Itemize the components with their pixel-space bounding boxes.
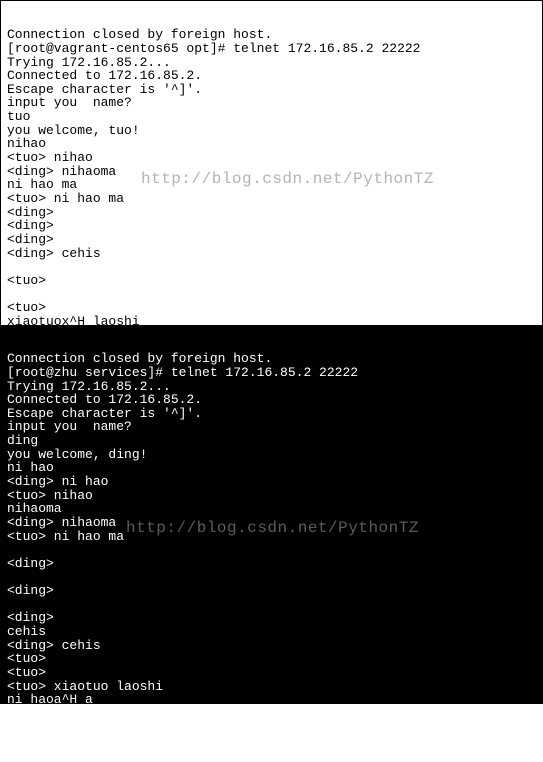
terminal-line: input you name?	[7, 96, 536, 110]
terminal-line: <ding>	[7, 206, 536, 220]
terminal-line: <tuo> nihao	[7, 489, 536, 503]
terminal-line: <ding>	[7, 611, 536, 625]
terminal-line: <ding>	[7, 233, 536, 247]
terminal-output-light: Connection closed by foreign host.[root@…	[7, 28, 536, 355]
terminal-line: <tuo> ni hao ma	[7, 192, 536, 206]
terminal-line: ding	[7, 434, 536, 448]
terminal-line: tuo	[7, 110, 536, 124]
terminal-line: Connection closed by foreign host.	[7, 352, 536, 366]
terminal-line: <tuo>	[7, 666, 536, 680]
terminal-line: <ding> ni hao a	[7, 707, 536, 721]
terminal-line: <tuo> nihao	[7, 151, 536, 165]
terminal-line: ni hao	[7, 461, 536, 475]
terminal-line: you welcome, tuo!	[7, 124, 536, 138]
terminal-line	[7, 543, 536, 557]
terminal-output-dark: Connection closed by foreign host.[root@…	[7, 352, 536, 720]
terminal-line: <ding> ni hao	[7, 475, 536, 489]
terminal-line: Trying 172.16.85.2...	[7, 56, 536, 70]
terminal-line: <ding>	[7, 219, 536, 233]
terminal-line: Escape character is '^]'.	[7, 407, 536, 421]
terminal-line: <tuo>	[7, 301, 536, 315]
terminal-line: <ding>	[7, 557, 536, 571]
terminal-line: nihao	[7, 137, 536, 151]
terminal-line: <ding>	[7, 584, 536, 598]
terminal-line: [root@vagrant-centos65 opt]# telnet 172.…	[7, 42, 536, 56]
terminal-line: Trying 172.16.85.2...	[7, 380, 536, 394]
terminal-line: Connected to 172.16.85.2.	[7, 69, 536, 83]
terminal-line: Connected to 172.16.85.2.	[7, 393, 536, 407]
terminal-line	[7, 260, 536, 274]
terminal-line: <ding> nihaoma	[7, 165, 536, 179]
terminal-cursor	[23, 734, 31, 748]
terminal-line: [root@zhu services]# telnet 172.16.85.2 …	[7, 366, 536, 380]
terminal-line: <tuo>	[7, 652, 536, 666]
terminal-line: ni haoa^H a	[7, 693, 536, 707]
terminal-line: cehis	[7, 625, 536, 639]
terminal-line: <tuo>	[7, 274, 536, 288]
terminal-line: <ding> cehis	[7, 639, 536, 653]
terminal-pane-dark[interactable]: Connection closed by foreign host.[root@…	[0, 325, 543, 704]
terminal-line	[7, 571, 536, 585]
terminal-line: ni hao ma	[7, 178, 536, 192]
terminal-line: <ding> nihaoma	[7, 516, 536, 530]
terminal-line	[7, 287, 536, 301]
terminal-line: input you name?	[7, 420, 536, 434]
terminal-line: you welcome, ding!	[7, 448, 536, 462]
terminal-line: Escape character is '^]'.	[7, 83, 536, 97]
terminal-line: <ding> cehis	[7, 247, 536, 261]
terminal-line	[7, 598, 536, 612]
terminal-line: <tuo> xiaotuo laoshi	[7, 680, 536, 694]
terminal-line: nihaoma	[7, 502, 536, 516]
terminal-line: <tuo> ni hao ma	[7, 530, 536, 544]
terminal-pane-light[interactable]: Connection closed by foreign host.[root@…	[0, 0, 543, 325]
terminal-line: Connection closed by foreign host.	[7, 28, 536, 42]
